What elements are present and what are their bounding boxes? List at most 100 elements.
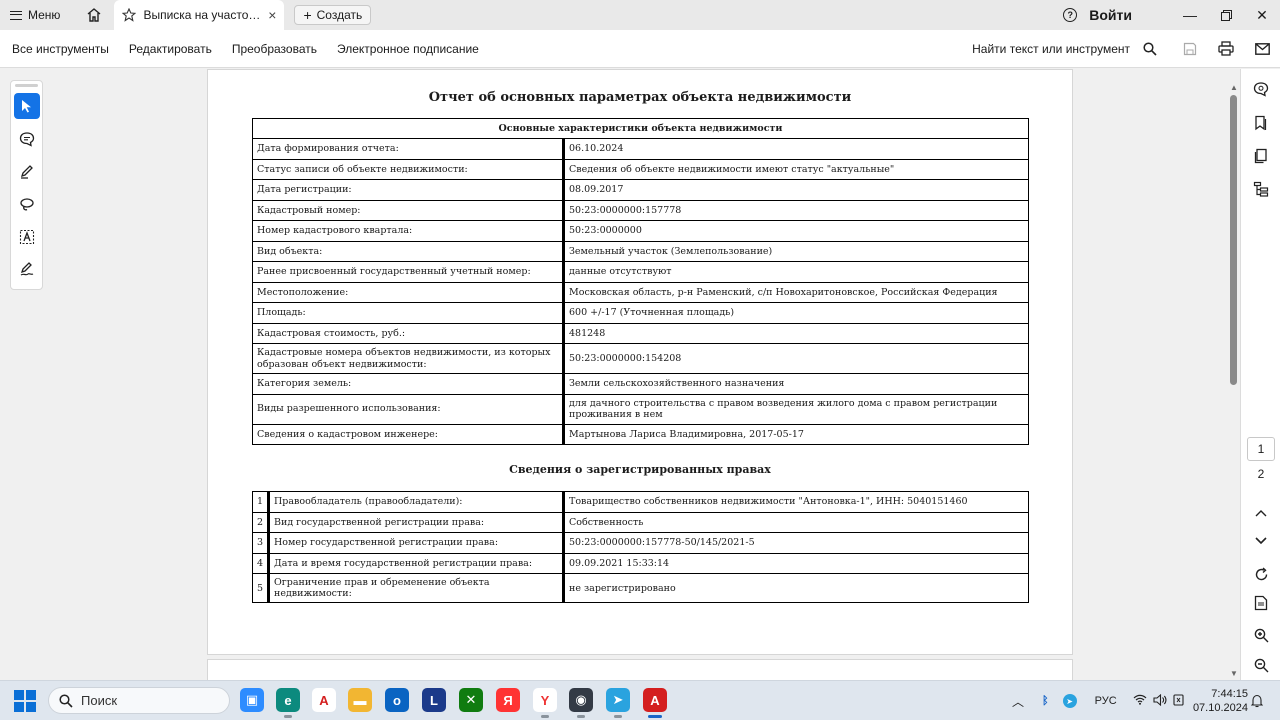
row-label: Дата регистрации:	[252, 179, 565, 201]
total-pages-label: 2	[1257, 467, 1265, 481]
taskbar-search-placeholder: Поиск	[81, 693, 118, 708]
row-value: Земли сельскохозяйственного назначения	[563, 373, 1029, 395]
cursor-icon	[21, 99, 31, 113]
row-value: 06.10.2024	[563, 138, 1029, 160]
row-value: 50:23:0000000:157778	[563, 199, 1029, 221]
create-button[interactable]: + Создать	[294, 5, 372, 25]
language-indicator[interactable]: РУС	[1095, 695, 1117, 707]
scroll-down-icon[interactable]: ▼	[1230, 669, 1238, 678]
pages-icon[interactable]	[1247, 144, 1275, 168]
system-tray: ︿ ᛒ ➤ РУС	[1012, 681, 1187, 720]
rights-row: 1 Правообладатель (правообладатели): Товар…	[252, 491, 1029, 513]
vertical-scrollbar[interactable]: ▲ ▼	[1228, 69, 1240, 680]
convert-link[interactable]: Преобразовать	[232, 42, 317, 56]
acrobat-reader-app[interactable]: A	[312, 688, 336, 712]
row-value: Сведения об объекте недвижимости имеют с…	[563, 158, 1029, 180]
windows-start-icon[interactable]	[14, 690, 36, 712]
highlight-tool-button[interactable]	[14, 158, 40, 184]
taskbar-clock[interactable]: 7:44:15 07.10.2024	[1190, 687, 1248, 715]
help-icon[interactable]: ?	[1063, 8, 1078, 22]
search-icon[interactable]	[1138, 30, 1162, 68]
notification-bell-icon[interactable]	[1250, 694, 1264, 713]
document-viewport[interactable]: Отчет об основных параметрах объекта нед…	[50, 69, 1228, 680]
select-tool-button[interactable]	[13, 93, 40, 119]
tab-close-icon[interactable]: ×	[268, 7, 276, 23]
row-value: для дачного строительства с правом возве…	[563, 393, 1029, 425]
yandex-app[interactable]: Я	[496, 688, 520, 712]
table-row: Кадастровые номера объектов недвижимости…	[252, 343, 1029, 374]
comment-tool-button[interactable]	[14, 126, 40, 152]
scrollbar-thumb[interactable]	[1230, 95, 1237, 385]
acrobat-app[interactable]: A	[643, 688, 667, 718]
document-tab[interactable]: Выписка на участок... ×	[114, 0, 285, 30]
row-value: Московская область, р-н Раменский, с/п Н…	[563, 281, 1029, 303]
page-fit-icon[interactable]	[1247, 591, 1275, 615]
table-row: Номер кадастрового квартала: 50:23:000000…	[252, 220, 1029, 242]
characteristics-table-header: Основные характеристики объекта недвижим…	[252, 118, 1029, 139]
pen-icon	[20, 165, 33, 179]
restore-icon[interactable]	[1208, 0, 1244, 30]
draw-tool-button[interactable]	[14, 191, 40, 217]
xbox-app[interactable]: ✕	[459, 688, 483, 712]
document-title: Отчет об основных параметрах объекта нед…	[428, 90, 852, 105]
right-value: Собственность	[563, 511, 1029, 533]
text-tool-button[interactable]	[14, 224, 40, 250]
close-window-icon[interactable]: ✕	[1244, 0, 1280, 30]
table-row: Кадастровая стоимость, руб.: 481248	[252, 322, 1029, 344]
comment-icon	[19, 131, 34, 147]
chevron-down-icon[interactable]	[1247, 529, 1275, 553]
mail-icon[interactable]	[1244, 30, 1280, 68]
lingvo-app[interactable]: L	[422, 688, 446, 712]
row-label: Местоположение:	[252, 281, 565, 303]
tab-bar: Меню Выписка на участок... × + Создать ?…	[0, 0, 1280, 30]
esign-link[interactable]: Электронное подписание	[337, 42, 479, 56]
scroll-up-icon[interactable]: ▲	[1230, 83, 1238, 92]
right-side-panel: 1 2	[1240, 69, 1280, 680]
telegram-tray-icon[interactable]: ➤	[1062, 694, 1077, 708]
zoom-in-icon[interactable]	[1247, 623, 1275, 647]
quick-tools-panel	[10, 80, 43, 290]
zoom-out-icon[interactable]	[1247, 653, 1275, 677]
right-value: Товарищество собственников недвижимости …	[563, 491, 1029, 513]
rotate-icon[interactable]	[1247, 562, 1275, 586]
edge-app[interactable]: e	[276, 688, 300, 718]
right-label: Правообладатель (правообладатели):	[268, 491, 565, 513]
home-button[interactable]	[78, 0, 110, 30]
telegram-app[interactable]: ➤	[606, 688, 630, 718]
volume-icon[interactable]	[1153, 693, 1167, 709]
right-label: Дата и время государственной регистрации…	[268, 552, 565, 574]
chevron-up-icon[interactable]: ︿	[1012, 693, 1024, 710]
menu-button[interactable]: Меню	[0, 0, 70, 30]
right-number: 1	[252, 491, 270, 513]
minimize-icon[interactable]: —	[1172, 0, 1208, 30]
yandex-browser-app[interactable]: Y	[533, 688, 557, 718]
find-tool-label[interactable]: Найти текст или инструмент	[972, 42, 1130, 56]
sign-tool-button[interactable]	[14, 256, 40, 282]
edit-link[interactable]: Редактировать	[129, 42, 212, 56]
login-button[interactable]: Войти	[1089, 7, 1132, 23]
all-tools-link[interactable]: Все инструменты	[12, 42, 109, 56]
bookmark-icon[interactable]	[1247, 111, 1275, 135]
file-explorer-app[interactable]: ▬	[348, 688, 372, 712]
zoom-app[interactable]: ▣	[240, 688, 264, 712]
right-label: Ограничение прав и обременение объекта н…	[268, 573, 565, 603]
battery-icon[interactable]	[1173, 693, 1187, 709]
obs-app[interactable]: ◉	[569, 688, 593, 718]
taskbar-search[interactable]: Поиск	[48, 687, 230, 714]
star-icon[interactable]	[122, 8, 137, 22]
current-page-field[interactable]: 1	[1247, 437, 1275, 461]
bluetooth-icon[interactable]: ᛒ	[1042, 695, 1049, 707]
print-icon[interactable]	[1208, 30, 1244, 68]
windows-taskbar: Поиск ▣ e A ▬ o L ✕ Я Y ◉ ➤ A ︿ ᛒ ➤ РУС 7:44:15 07.…	[0, 680, 1280, 720]
row-label: Номер кадастрового квартала:	[252, 220, 565, 242]
wifi-icon[interactable]	[1133, 694, 1147, 708]
table-row: Ранее присвоенный государственный учетны…	[252, 261, 1029, 283]
row-label: Площадь:	[252, 302, 565, 324]
outlook-app[interactable]: o	[385, 688, 409, 712]
rights-row: 2 Вид государственной регистрации права: С…	[252, 511, 1029, 533]
table-row: Площадь: 600 +/-17 (Уточненная площадь)	[252, 302, 1029, 324]
structure-icon[interactable]	[1247, 177, 1275, 201]
save-icon[interactable]	[1172, 30, 1208, 68]
chevron-up-icon[interactable]	[1247, 501, 1275, 525]
ai-assistant-icon[interactable]	[1247, 77, 1275, 101]
